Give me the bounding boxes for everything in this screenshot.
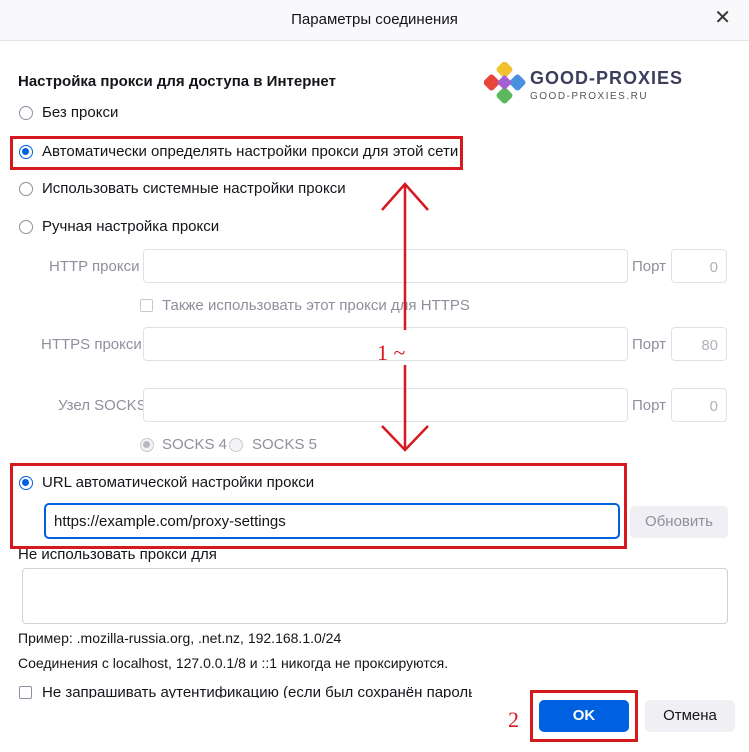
radio-pac-url[interactable]: [19, 476, 33, 490]
double-arrow-icon: [381, 182, 429, 452]
reload-button[interactable]: Обновить: [630, 506, 728, 538]
close-icon[interactable]: ✕: [714, 8, 731, 28]
ok-button[interactable]: OK: [539, 700, 629, 732]
logo-mark-icon: [483, 61, 526, 104]
title-bar: Параметры соединения ✕: [0, 0, 749, 41]
no-proxy-note: Соединения с localhost, 127.0.0.1/8 и ::…: [18, 655, 449, 671]
logo-brand-a: GOOD: [530, 68, 590, 88]
auth-checkbox[interactable]: [19, 686, 32, 699]
no-proxy-for-textarea[interactable]: [22, 568, 728, 624]
http-proxy-label: HTTP прокси: [49, 258, 140, 275]
section-title: Настройка прокси для доступа в Интернет: [18, 73, 336, 90]
annotation-step-1: 1 ~: [377, 340, 406, 365]
https-proxy-label: HTTPS прокси: [41, 336, 142, 353]
radio-manual-proxy[interactable]: [19, 220, 33, 234]
logo-brand-b: -PROXIES: [589, 68, 684, 88]
radio-auto-detect-label[interactable]: Автоматически определять настройки прокс…: [42, 143, 458, 160]
socks-port-input[interactable]: 0: [671, 388, 727, 422]
https-port-label: Порт: [632, 336, 667, 353]
socks-host-label: Узел SOCKS: [58, 397, 147, 414]
radio-pac-url-label[interactable]: URL автоматической настройки прокси: [42, 474, 314, 491]
radio-system-proxy[interactable]: [19, 182, 33, 196]
window-title: Параметры соединения: [291, 11, 458, 28]
radio-auto-detect[interactable]: [19, 145, 33, 159]
http-port-label: Порт: [632, 258, 667, 275]
annotation-step-2: 2: [508, 707, 519, 732]
radio-socks5-label: SOCKS 5: [252, 436, 318, 453]
http-port-input[interactable]: 0: [671, 249, 727, 283]
logo-subtitle: GOOD-PROXIES.RU: [530, 91, 649, 102]
radio-system-proxy-label[interactable]: Использовать системные настройки прокси: [42, 180, 346, 197]
radio-socks4[interactable]: [140, 438, 154, 452]
socks-port-label: Порт: [632, 397, 667, 414]
good-proxies-logo: GOOD-PROXIES GOOD-PROXIES.RU: [483, 61, 682, 109]
radio-socks5[interactable]: [229, 438, 243, 452]
radio-manual-proxy-label[interactable]: Ручная настройка прокси: [42, 218, 219, 235]
https-port-input[interactable]: 80: [671, 327, 727, 361]
no-proxy-for-label: Не использовать прокси для: [18, 546, 217, 563]
no-proxy-example: Пример: .mozilla-russia.org, .net.nz, 19…: [18, 630, 342, 646]
pac-url-input[interactable]: https://example.com/proxy-settings: [44, 503, 620, 539]
radio-no-proxy[interactable]: [19, 106, 33, 120]
auth-checkbox-label: Не запрашивать аутентификацию (если был …: [42, 684, 472, 698]
also-https-checkbox[interactable]: [140, 299, 153, 312]
radio-no-proxy-label[interactable]: Без прокси: [42, 104, 118, 121]
radio-socks4-label: SOCKS 4: [162, 436, 228, 453]
cancel-button[interactable]: Отмена: [645, 700, 735, 732]
